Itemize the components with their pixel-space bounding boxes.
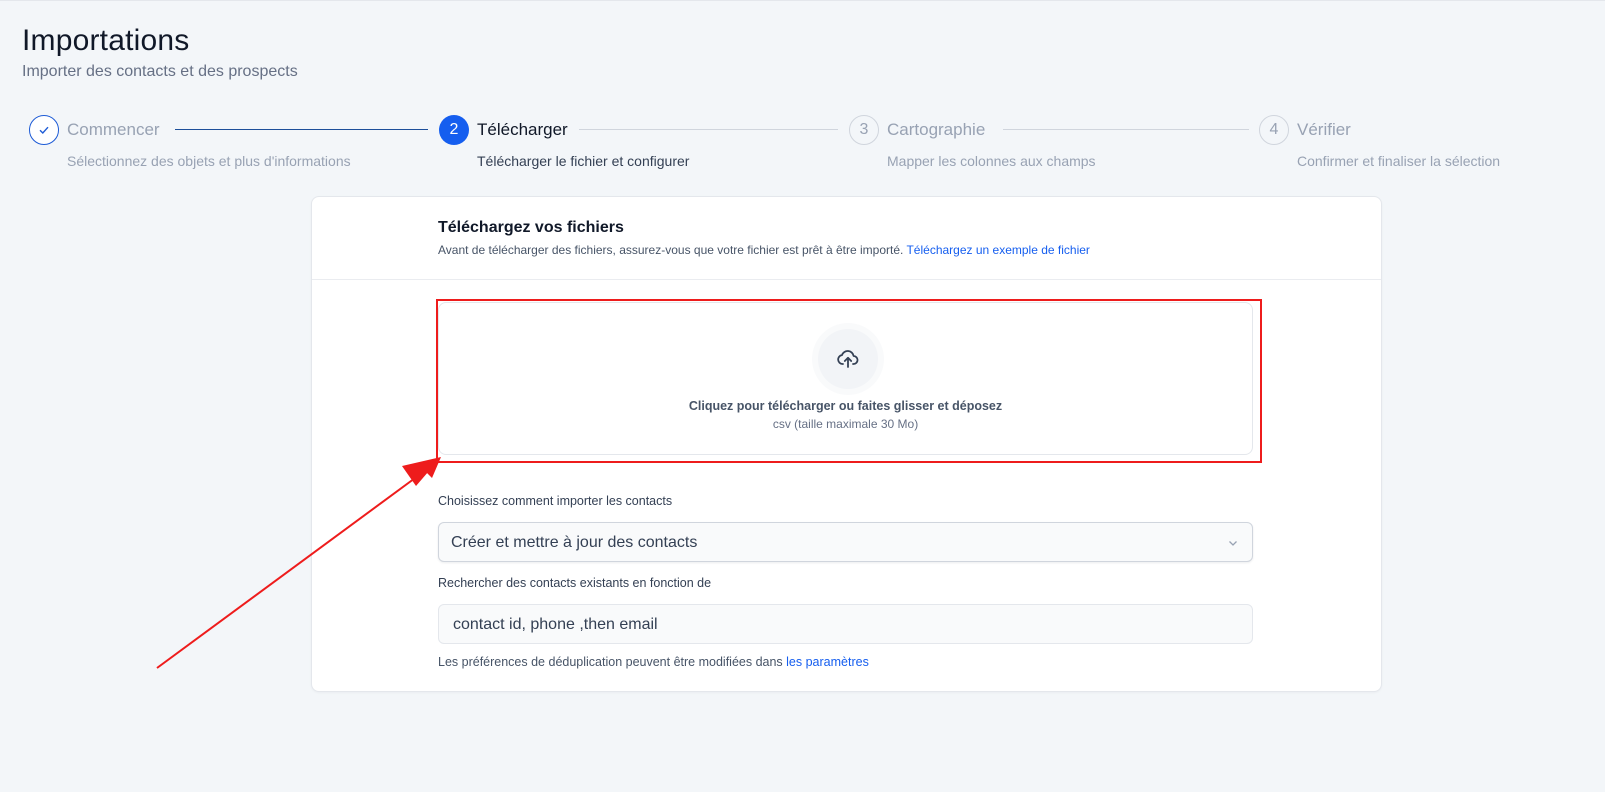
import-mode-value: Créer et mettre à jour des contacts: [451, 534, 698, 551]
sample-file-link[interactable]: Téléchargez un exemple de fichier: [906, 243, 1089, 257]
step-number: 3: [849, 115, 879, 145]
dedupe-label: Rechercher des contacts existants en fon…: [438, 576, 712, 590]
check-icon: [29, 115, 59, 145]
step-label: Vérifier: [1297, 120, 1351, 139]
upload-card: Téléchargez vos fichiers Avant de téléch…: [311, 196, 1382, 692]
step-label: Télécharger: [477, 120, 568, 139]
dropzone-hint: csv (taille maximale 30 Mo): [772, 417, 919, 431]
card-title: Téléchargez vos fichiers: [438, 219, 624, 236]
step-connector: [175, 129, 428, 130]
step-number: 2: [439, 115, 469, 145]
dedupe-note-text: Les préférences de déduplication peuvent…: [438, 655, 783, 669]
settings-link[interactable]: les paramètres: [786, 655, 869, 669]
top-divider: [0, 0, 1605, 1]
import-mode-label: Choisissez comment importer les contacts: [438, 494, 673, 508]
cloud-upload-icon: [818, 329, 878, 389]
step-description: Confirmer et finaliser la sélection: [1297, 153, 1501, 169]
page-title: Importations: [22, 24, 190, 57]
step-description: Mapper les colonnes aux champs: [887, 153, 1096, 169]
card-subtitle: Avant de télécharger des fichiers, assur…: [438, 243, 1090, 257]
chevron-down-icon: [1229, 541, 1237, 546]
card-subtitle-text: Avant de télécharger des fichiers, assur…: [438, 243, 904, 257]
step-connector: [1003, 129, 1249, 130]
step-description: Télécharger le fichier et configurer: [477, 153, 690, 169]
step-connector: [579, 129, 838, 130]
dedupe-field[interactable]: contact id, phone ,then email: [438, 604, 1253, 644]
step-number: 4: [1259, 115, 1289, 145]
card-header: Téléchargez vos fichiers Avant de téléch…: [312, 197, 1381, 280]
page-subtitle: Importer des contacts et des prospects: [22, 63, 298, 80]
dedupe-note: Les préférences de déduplication peuvent…: [438, 655, 869, 669]
step-description: Sélectionnez des objets et plus d'inform…: [67, 153, 351, 169]
import-mode-select[interactable]: Créer et mettre à jour des contacts: [438, 522, 1253, 562]
file-dropzone[interactable]: Cliquez pour télécharger ou faites gliss…: [438, 302, 1253, 455]
dedupe-value: contact id, phone ,then email: [453, 616, 658, 633]
dropzone-text: Cliquez pour télécharger ou faites gliss…: [688, 399, 1003, 413]
step-label: Commencer: [67, 120, 160, 139]
step-label: Cartographie: [887, 120, 986, 139]
